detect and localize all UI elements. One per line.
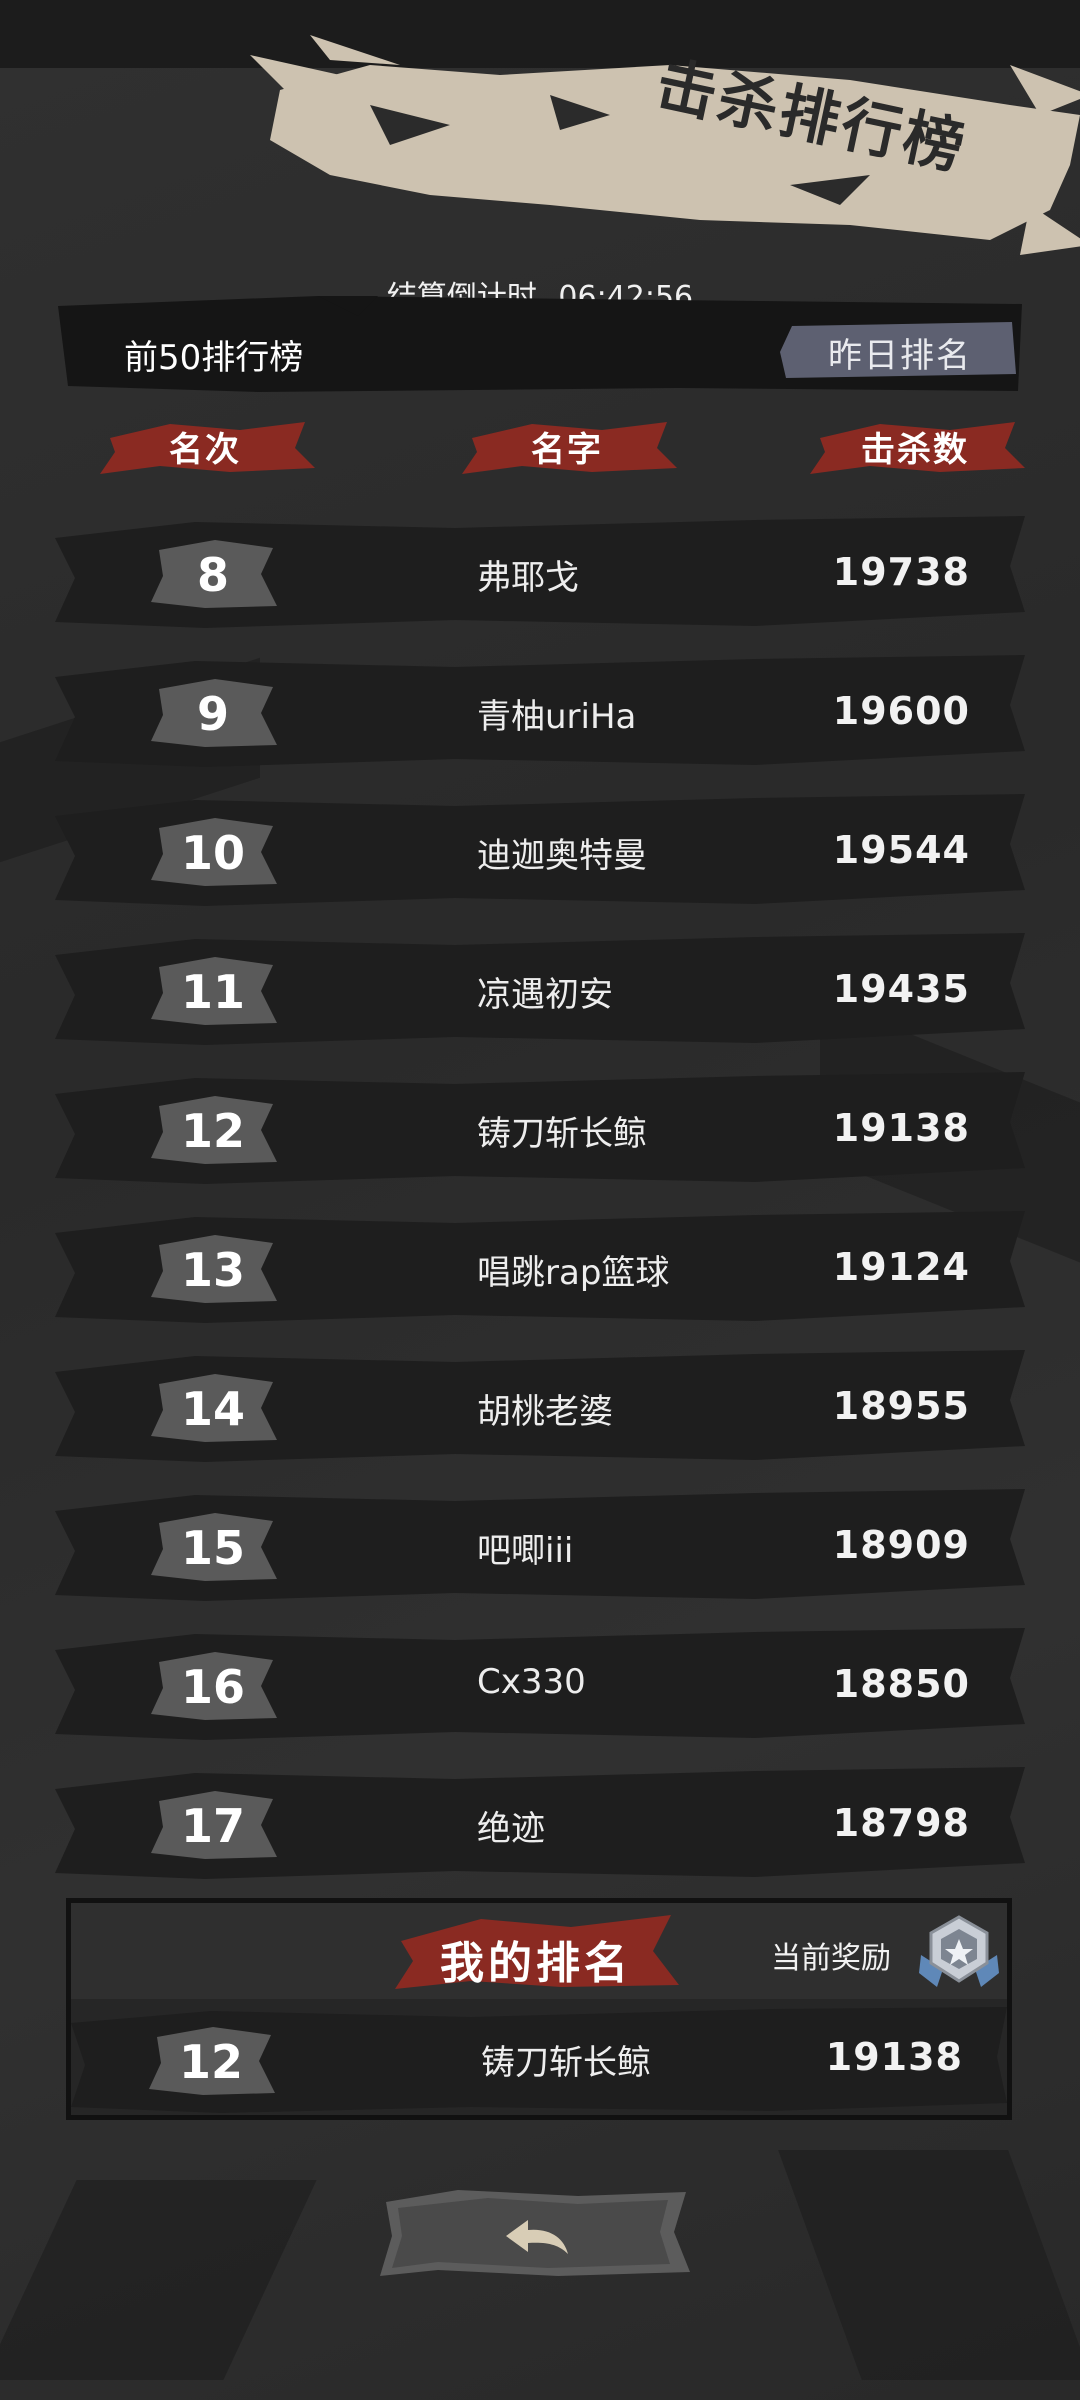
player-name: Cx330 bbox=[477, 1662, 586, 1702]
rank-badge: 10 bbox=[145, 814, 281, 890]
rank-number: 13 bbox=[180, 1243, 245, 1297]
player-name: 吧唧iii bbox=[477, 1531, 574, 1571]
rank-badge: 9 bbox=[145, 675, 281, 751]
rank-number: 11 bbox=[180, 965, 245, 1019]
player-name: 铸刀斩长鲸 bbox=[477, 1114, 647, 1154]
rank-number: 10 bbox=[180, 826, 245, 880]
leaderboard-row: 11 凉遇初安 19435 bbox=[55, 933, 1025, 1049]
column-header-kills-label: 击杀数 bbox=[861, 430, 969, 470]
player-name: 绝迹 bbox=[477, 1809, 545, 1849]
player-name: 铸刀斩长鲸 bbox=[481, 2043, 651, 2083]
player-name: 凉遇初安 bbox=[477, 975, 613, 1015]
kill-count: 19600 bbox=[832, 689, 970, 733]
column-header-rank-label: 名次 bbox=[169, 430, 241, 470]
rank-number: 9 bbox=[196, 687, 229, 741]
rank-badge: 8 bbox=[145, 536, 281, 612]
rank-number: 12 bbox=[180, 1104, 245, 1158]
column-header-kills: 击杀数 bbox=[800, 420, 1030, 476]
leaderboard-row: 9 青柚uriHa 19600 bbox=[55, 655, 1025, 771]
silver-medal-icon[interactable] bbox=[917, 1911, 1001, 1991]
rank-number: 15 bbox=[180, 1521, 245, 1575]
rank-number: 14 bbox=[180, 1382, 245, 1436]
kill-count: 19138 bbox=[825, 2035, 963, 2079]
leaderboard-row: 8 弗耶戈 19738 bbox=[55, 516, 1025, 632]
column-header-rank: 名次 bbox=[90, 420, 320, 476]
rank-badge: 11 bbox=[145, 953, 281, 1029]
rank-badge: 17 bbox=[145, 1787, 281, 1863]
my-rank-title-banner: 我的排名 bbox=[391, 1913, 681, 1991]
rank-badge: 12 bbox=[143, 2023, 279, 2099]
leaderboard-list[interactable]: 8 弗耶戈 19738 9 青柚uriHa 19600 10 迪迦奥特曼 195… bbox=[0, 490, 1080, 1890]
kill-count: 19138 bbox=[832, 1106, 970, 1150]
kill-count: 19435 bbox=[832, 967, 970, 1011]
leaderboard-row: 10 迪迦奥特曼 19544 bbox=[55, 794, 1025, 910]
player-name: 青柚uriHa bbox=[477, 697, 637, 737]
my-rank-row: 12 铸刀斩长鲸 19138 bbox=[71, 2007, 1007, 2113]
leaderboard-row: 13 唱跳rap篮球 19124 bbox=[55, 1211, 1025, 1327]
leaderboard-row: 12 铸刀斩长鲸 19138 bbox=[55, 1072, 1025, 1188]
my-rank-title: 我的排名 bbox=[440, 1938, 632, 1989]
player-name: 弗耶戈 bbox=[477, 558, 579, 598]
leaderboard-row: 16 Cx330 18850 bbox=[55, 1628, 1025, 1744]
column-header-name: 名字 bbox=[452, 420, 682, 476]
rank-number: 12 bbox=[178, 2035, 243, 2089]
back-arrow-icon bbox=[506, 2220, 568, 2254]
kill-count: 18955 bbox=[832, 1384, 970, 1428]
my-rank-panel: 我的排名 当前奖励 12 铸刀斩长鲸 19138 bbox=[66, 1898, 1012, 2120]
yesterday-ranking-button[interactable]: 昨日排名 bbox=[780, 322, 1020, 380]
rank-number: 17 bbox=[180, 1799, 245, 1853]
column-header-name-label: 名字 bbox=[531, 430, 603, 470]
kill-count: 18850 bbox=[832, 1662, 970, 1706]
top50-label: 前50排行榜 bbox=[124, 338, 304, 378]
rank-badge: 16 bbox=[145, 1648, 281, 1724]
leaderboard-row: 17 绝迹 18798 bbox=[55, 1767, 1025, 1883]
rank-badge: 14 bbox=[145, 1370, 281, 1446]
leaderboard-row: 15 吧唧iii 18909 bbox=[55, 1489, 1025, 1605]
rank-number: 16 bbox=[180, 1660, 245, 1714]
kill-count: 18798 bbox=[832, 1801, 970, 1845]
back-button[interactable] bbox=[378, 2188, 694, 2278]
kill-count: 19124 bbox=[832, 1245, 970, 1289]
rank-badge: 12 bbox=[145, 1092, 281, 1168]
player-name: 胡桃老婆 bbox=[477, 1392, 613, 1432]
rank-number: 8 bbox=[196, 548, 229, 602]
rank-badge: 15 bbox=[145, 1509, 281, 1585]
leaderboard-row: 14 胡桃老婆 18955 bbox=[55, 1350, 1025, 1466]
current-reward-label: 当前奖励 bbox=[771, 1941, 891, 1976]
rank-badge: 13 bbox=[145, 1231, 281, 1307]
kill-count: 18909 bbox=[832, 1523, 970, 1567]
player-name: 迪迦奥特曼 bbox=[477, 836, 647, 876]
yesterday-ranking-label: 昨日排名 bbox=[828, 336, 972, 376]
kill-count: 19544 bbox=[832, 828, 970, 872]
kill-count: 19738 bbox=[832, 550, 970, 594]
player-name: 唱跳rap篮球 bbox=[477, 1253, 670, 1293]
